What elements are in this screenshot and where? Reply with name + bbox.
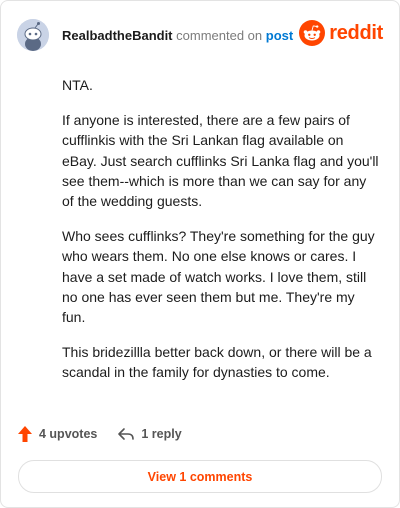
comment-body: NTA. If anyone is interested, there are … (62, 75, 379, 398)
comment-paragraph: This bridezillla better back down, or th… (62, 344, 372, 381)
reply-button[interactable]: 1 reply (117, 426, 182, 442)
comment-card: RealbadtheBandit commented on post reddi… (0, 0, 400, 508)
post-link[interactable]: post (266, 28, 293, 43)
comment-paragraph: NTA. (62, 77, 93, 93)
snoo-avatar-icon[interactable] (17, 19, 49, 51)
reddit-alien-icon (299, 20, 326, 46)
comment-paragraph: If anyone is interested, there are a few… (62, 112, 379, 210)
upvote-count: 4 upvotes (39, 427, 98, 441)
comment-header: RealbadtheBandit commented on post reddi… (17, 18, 383, 52)
reddit-logo[interactable]: reddit (299, 20, 383, 46)
commented-on-text: commented on (176, 27, 263, 43)
upvote-arrow-icon (18, 426, 32, 442)
comment-actions: 4 upvotes 1 reply (17, 425, 182, 443)
reply-count: 1 reply (141, 427, 182, 441)
reply-arrow-icon (118, 428, 135, 440)
username-link[interactable]: RealbadtheBandit (62, 28, 173, 43)
reddit-wordmark: reddit (329, 21, 383, 44)
comment-paragraph: Who sees cufflinks? They're something fo… (62, 228, 375, 326)
view-comments-button[interactable]: View 1 comments (18, 460, 382, 493)
comment-meta: RealbadtheBandit commented on post (62, 28, 293, 43)
upvote-button[interactable]: 4 upvotes (17, 425, 97, 443)
